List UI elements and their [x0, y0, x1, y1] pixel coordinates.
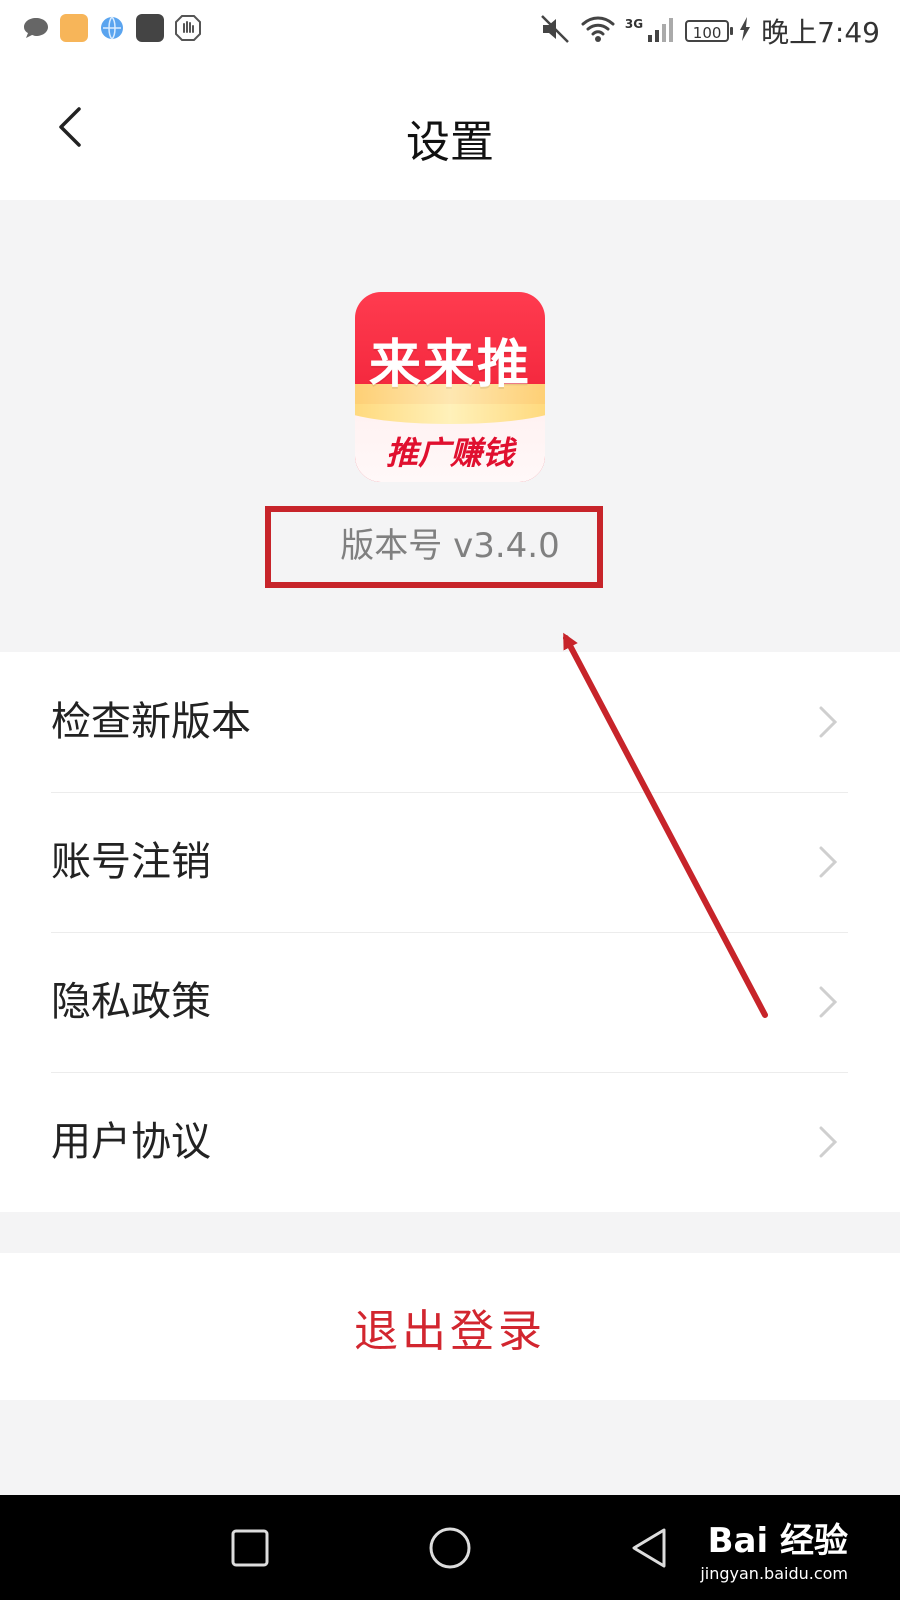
logout-button[interactable]: 退出登录 [0, 1253, 900, 1400]
chevron-right-icon [808, 702, 848, 742]
menu-item-label: 用户协议 [51, 1119, 211, 1165]
back-triangle-icon [632, 1528, 666, 1568]
clock: 晚上7:49 [761, 16, 880, 49]
status-left-icons [22, 14, 202, 42]
hand-stop-icon [174, 14, 202, 42]
back-nav-button[interactable] [625, 1523, 675, 1573]
menu-item-privacy-policy[interactable]: 隐私政策 [0, 932, 900, 1072]
page-title: 设置 [406, 117, 494, 168]
orange-app-icon [60, 14, 88, 42]
baidu-watermark: Bai 经验 jingyan.baidu.com [700, 1513, 848, 1583]
square-icon [231, 1529, 269, 1567]
version-highlight-box [265, 506, 603, 588]
network-type: 3G [624, 17, 644, 31]
header: 设置 [0, 62, 900, 200]
menu-item-label: 检查新版本 [51, 699, 251, 745]
logo-title: 来来推 [368, 335, 531, 395]
signal-icon [647, 15, 675, 47]
bottom-spacer [0, 1400, 900, 1495]
charging-icon [739, 17, 751, 45]
app-info-section: 来来推 推广赚钱 版本号 v3.4.0 [0, 200, 900, 652]
recent-apps-button[interactable] [225, 1523, 275, 1573]
home-button[interactable] [425, 1523, 475, 1573]
status-bar: 3G 100 晚上7:49 [0, 0, 900, 62]
menu-item-check-update[interactable]: 检查新版本 [0, 652, 900, 792]
status-right: 3G 100 晚上7:49 [539, 12, 880, 50]
circle-icon [429, 1527, 471, 1569]
settings-menu: 检查新版本 账号注销 隐私政策 用户协议 [0, 652, 900, 1212]
chevron-right-icon [808, 842, 848, 882]
chat-bubble-icon [22, 14, 50, 42]
battery-indicator: 100 [685, 20, 734, 42]
watermark-url: jingyan.baidu.com [700, 1564, 848, 1583]
globe-icon [98, 14, 126, 42]
menu-item-label: 隐私政策 [51, 979, 211, 1025]
navigation-bar: Bai 经验 jingyan.baidu.com [0, 1495, 900, 1600]
mute-icon [539, 14, 571, 48]
chevron-right-icon [808, 982, 848, 1022]
menu-item-account-deletion[interactable]: 账号注销 [0, 792, 900, 932]
menu-item-label: 账号注销 [51, 839, 211, 885]
app-logo: 来来推 推广赚钱 [355, 292, 545, 482]
watermark-brand: Bai 经验 [707, 1521, 848, 1561]
logout-label: 退出登录 [354, 1305, 546, 1357]
logo-slogan: 推广赚钱 [385, 434, 514, 472]
huawei-app-icon [136, 14, 164, 42]
chevron-right-icon [808, 1122, 848, 1162]
wifi-icon [581, 15, 615, 47]
menu-item-user-agreement[interactable]: 用户协议 [0, 1072, 900, 1212]
